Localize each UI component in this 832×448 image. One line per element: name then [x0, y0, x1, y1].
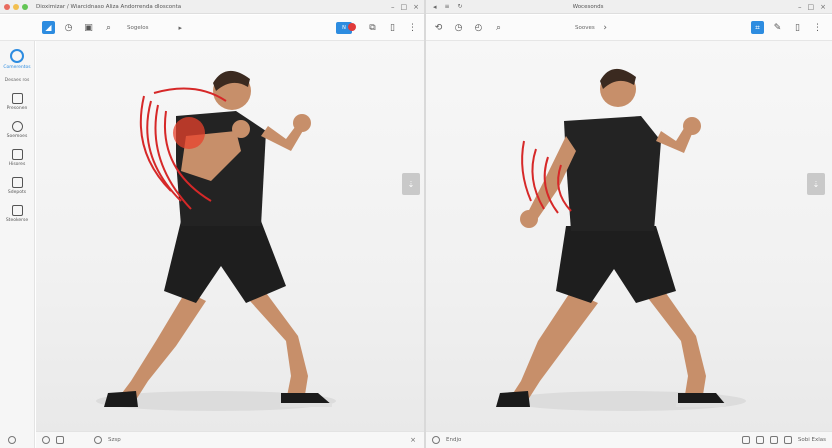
select-tool-icon[interactable]: ◢: [42, 21, 55, 34]
left-window-title: Dioximizar / Wiarcidnaso Aliza Andorrend…: [36, 3, 182, 10]
close-window-dot[interactable]: [4, 3, 10, 10]
search-icon[interactable]: ⌕: [102, 21, 115, 34]
shorts: [556, 226, 676, 303]
lead-fist: [293, 114, 311, 132]
sidebar-item-label: Presonen: [6, 106, 28, 111]
left-photo: [96, 70, 336, 411]
sidebar-item-soemoes[interactable]: Soemoes: [0, 121, 34, 139]
refresh-icon[interactable]: ↻: [458, 3, 463, 10]
left-window-titlebar: Dioximizar / Wiarcidnaso Aliza Andorrend…: [0, 0, 425, 14]
clock-icon[interactable]: ◷: [452, 21, 465, 34]
status-readout: Sobi Exlas: [797, 437, 826, 443]
menu-icon[interactable]: ≡: [445, 3, 450, 10]
sidebar-item-label: Steokerse: [5, 218, 29, 223]
notifications-button[interactable]: N: [336, 21, 356, 34]
maximize-window-dot[interactable]: [22, 3, 28, 10]
right-leg: [641, 286, 706, 401]
export-icon: [11, 205, 23, 216]
left-leg: [508, 291, 598, 403]
toolbar-label[interactable]: Sogelos: [127, 25, 149, 31]
right-shoe-sole: [280, 403, 332, 407]
layers-icon[interactable]: ⧉: [366, 21, 379, 34]
more-options-icon[interactable]: ⋮: [406, 21, 419, 34]
left-canvas[interactable]: ⇣: [36, 41, 424, 431]
app-badge-icon: N: [342, 24, 346, 31]
settings-icon[interactable]: [42, 436, 50, 444]
pen-icon[interactable]: ✎: [771, 21, 784, 34]
left-shoe: [104, 391, 138, 407]
crop-icon[interactable]: [783, 436, 792, 444]
lead-fist: [683, 117, 701, 135]
status-text: Endjo: [446, 437, 462, 443]
settings-icon[interactable]: [432, 436, 440, 444]
sidebar-item-label: Sdepots: [7, 190, 27, 195]
transform-icon[interactable]: ⟲: [432, 21, 445, 34]
shirt: [564, 116, 661, 231]
sidebar-item-label: Hisores: [8, 162, 26, 167]
device-icon[interactable]: ▯: [791, 21, 804, 34]
left-shoe: [496, 391, 530, 407]
shorts: [164, 221, 286, 303]
right-photo: [496, 68, 746, 411]
timer-icon[interactable]: ◴: [472, 21, 485, 34]
status-circle-icon[interactable]: [94, 436, 102, 444]
device-icon[interactable]: ▯: [386, 21, 399, 34]
clock-icon[interactable]: ◷: [62, 21, 75, 34]
left-statusbar: Szsp ×: [36, 431, 424, 448]
left-toolbar: ◢ ◷ ▣ ⌕ Sogelos ▸ N ⧉ ▯ ⋮: [0, 15, 425, 41]
sidebar-item-presonen[interactable]: Presonen: [0, 93, 34, 111]
status-text: Szsp: [108, 437, 121, 443]
app-logo-icon[interactable]: [10, 49, 24, 63]
sidebar: Comerentos Desaes ros Presonen Soemoes H…: [0, 41, 35, 448]
notification-dot: [348, 22, 356, 31]
minimize-window-dot[interactable]: [13, 3, 19, 10]
sidebar-item-hisores[interactable]: Hisores: [0, 149, 34, 167]
right-leg: [241, 286, 308, 401]
crop-tool-icon[interactable]: ⌗: [751, 21, 764, 34]
right-canvas[interactable]: ⇣: [426, 41, 832, 431]
search-icon[interactable]: ⌕: [492, 21, 505, 34]
dropdown-arrow-icon[interactable]: ▸: [179, 24, 183, 32]
frame-icon: [11, 177, 23, 188]
layers-icon[interactable]: [769, 436, 778, 444]
image-icon[interactable]: ▣: [82, 21, 95, 34]
grid-icon[interactable]: [741, 436, 750, 444]
sidebar-item-sdepots[interactable]: Sdepots: [0, 177, 34, 195]
frame-icon[interactable]: [755, 436, 764, 444]
document-icon: [11, 93, 23, 104]
compare-handle-icon[interactable]: ⇣: [807, 173, 825, 195]
chat-icon: [11, 149, 23, 160]
shoulder-highlight: [173, 117, 205, 149]
right-shoe-sole: [676, 403, 726, 407]
sidebar-item-label: Soemoes: [6, 134, 28, 139]
close-icon[interactable]: ×: [410, 436, 416, 444]
close-icon[interactable]: ×: [413, 3, 419, 11]
minimize-icon[interactable]: –: [391, 3, 395, 11]
toolbar-label[interactable]: Sooves: [575, 25, 595, 31]
sidebar-top-label[interactable]: Comerentos: [0, 65, 34, 70]
circle-icon: [11, 121, 23, 132]
right-toolbar: ⟲ ◷ ◴ ⌕ Sooves › ⌗ ✎ ▯ ⋮: [425, 15, 832, 41]
right-window-titlebar: ◂ ≡ ↻ Wocesonds – □ ×: [425, 0, 832, 14]
chevron-right-icon[interactable]: ›: [599, 21, 612, 34]
right-window-title: Wocesonds: [572, 3, 604, 10]
dropped-fist: [520, 210, 538, 228]
more-options-icon[interactable]: ⋮: [811, 21, 824, 34]
compare-handle-icon[interactable]: ⇣: [402, 173, 420, 195]
maximize-icon[interactable]: □: [401, 3, 408, 11]
rear-fist: [232, 120, 250, 138]
minimize-icon[interactable]: –: [798, 3, 802, 11]
sidebar-section-label: Desaes ros: [4, 78, 30, 83]
sidebar-item-steokerse[interactable]: Steokerse: [0, 205, 34, 223]
close-icon[interactable]: ×: [820, 3, 826, 11]
maximize-icon[interactable]: □: [808, 3, 815, 11]
window-controls: [4, 3, 28, 10]
back-icon[interactable]: ◂: [433, 3, 437, 11]
settings-icon[interactable]: [8, 436, 16, 444]
chat-icon[interactable]: [56, 436, 64, 444]
right-statusbar: Endjo Sobi Exlas: [426, 431, 832, 448]
left-leg: [116, 291, 206, 403]
